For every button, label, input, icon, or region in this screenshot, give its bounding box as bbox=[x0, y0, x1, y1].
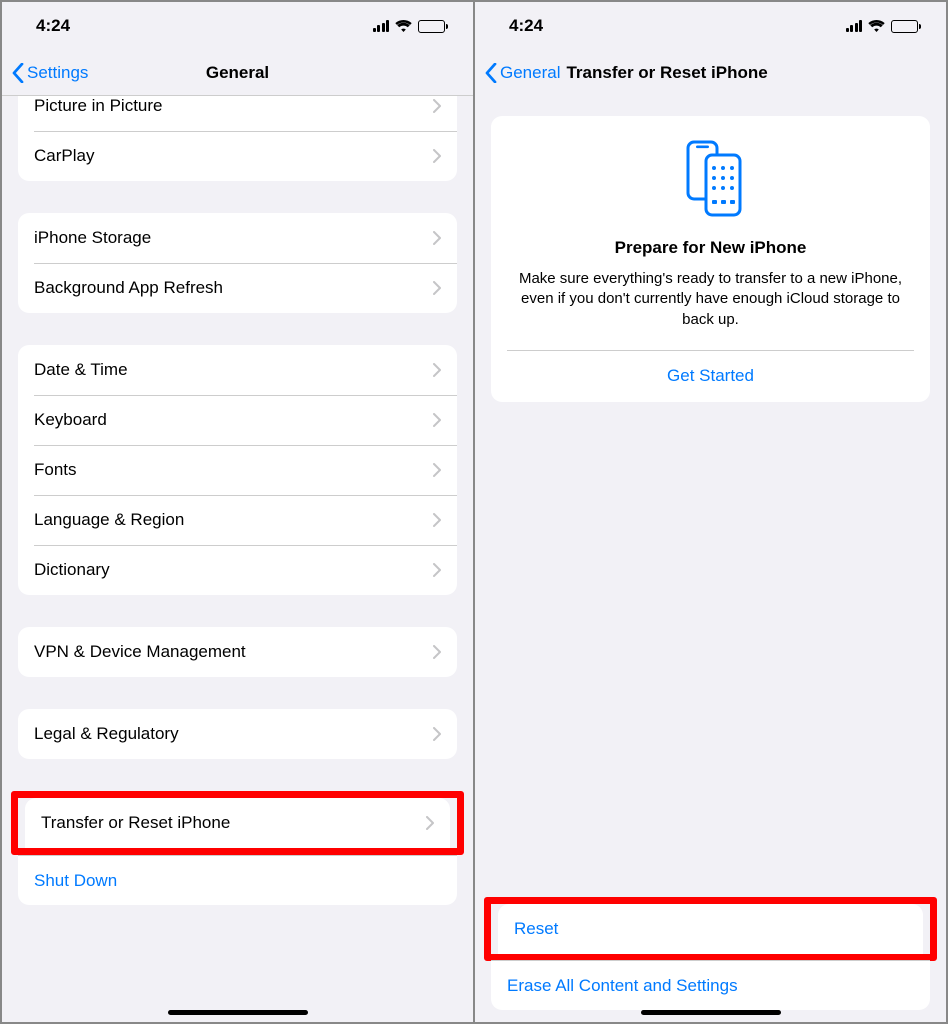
list-item-iphone-storage[interactable]: iPhone Storage bbox=[18, 213, 457, 263]
chevron-right-icon bbox=[433, 363, 441, 377]
home-indicator[interactable] bbox=[168, 1010, 308, 1015]
list-item-transfer-reset[interactable]: Transfer or Reset iPhone bbox=[25, 798, 450, 848]
chevron-right-icon bbox=[433, 281, 441, 295]
chevron-right-icon bbox=[433, 463, 441, 477]
wifi-icon bbox=[868, 20, 885, 32]
chevron-right-icon bbox=[426, 816, 434, 830]
item-label: Dictionary bbox=[34, 560, 110, 580]
item-label: Language & Region bbox=[34, 510, 184, 530]
prepare-card: Prepare for New iPhone Make sure everyth… bbox=[491, 116, 930, 402]
list-item-background-app-refresh[interactable]: Background App Refresh bbox=[18, 263, 457, 313]
nav-title: Transfer or Reset iPhone bbox=[566, 63, 767, 83]
item-label: Shut Down bbox=[34, 871, 117, 891]
list-item-dictionary[interactable]: Dictionary bbox=[18, 545, 457, 595]
list-group: Picture in Picture CarPlay bbox=[18, 96, 457, 181]
list-item-date-time[interactable]: Date & Time bbox=[18, 345, 457, 395]
list-item-legal-regulatory[interactable]: Legal & Regulatory bbox=[18, 709, 457, 759]
status-time: 4:24 bbox=[509, 16, 543, 36]
cellular-icon bbox=[373, 20, 390, 32]
chevron-right-icon bbox=[433, 231, 441, 245]
home-indicator[interactable] bbox=[641, 1010, 781, 1015]
item-label: iPhone Storage bbox=[34, 228, 151, 248]
content-area: Picture in Picture CarPlay iPhone Storag… bbox=[2, 96, 473, 1022]
card-heading: Prepare for New iPhone bbox=[509, 238, 912, 258]
list-item-carplay[interactable]: CarPlay bbox=[18, 131, 457, 181]
list-item-keyboard[interactable]: Keyboard bbox=[18, 395, 457, 445]
back-label: General bbox=[500, 63, 560, 83]
cellular-icon bbox=[846, 20, 863, 32]
status-bar: 4:24 bbox=[475, 2, 946, 50]
chevron-right-icon bbox=[433, 413, 441, 427]
status-bar: 4:24 bbox=[2, 2, 473, 50]
chevron-right-icon bbox=[433, 149, 441, 163]
list-item-shut-down[interactable]: Shut Down bbox=[18, 855, 457, 905]
phones-icon bbox=[509, 140, 912, 218]
list-group: Erase All Content and Settings bbox=[491, 960, 930, 1010]
list-group: VPN & Device Management bbox=[18, 627, 457, 677]
chevron-right-icon bbox=[433, 99, 441, 113]
list-item-picture-in-picture[interactable]: Picture in Picture bbox=[18, 96, 457, 131]
status-indicators bbox=[373, 20, 446, 33]
get-started-button[interactable]: Get Started bbox=[509, 350, 912, 402]
list-item-fonts[interactable]: Fonts bbox=[18, 445, 457, 495]
highlight-box: Transfer or Reset iPhone bbox=[11, 791, 464, 855]
item-label: Background App Refresh bbox=[34, 278, 223, 298]
list-group: iPhone Storage Background App Refresh bbox=[18, 213, 457, 313]
item-label: VPN & Device Management bbox=[34, 642, 246, 662]
battery-icon bbox=[418, 20, 445, 33]
screen-general: 4:24 Settings General Picture in Picture… bbox=[2, 2, 473, 1022]
list-group: Legal & Regulatory bbox=[18, 709, 457, 759]
list-item-language-region[interactable]: Language & Region bbox=[18, 495, 457, 545]
highlight-box: Reset bbox=[484, 897, 937, 961]
chevron-left-icon bbox=[12, 63, 24, 83]
back-button[interactable]: Settings bbox=[12, 63, 88, 83]
item-label: Legal & Regulatory bbox=[34, 724, 179, 744]
status-indicators bbox=[846, 20, 919, 33]
card-description: Make sure everything's ready to transfer… bbox=[509, 269, 912, 350]
wifi-icon bbox=[395, 20, 412, 32]
list-item-vpn-device-management[interactable]: VPN & Device Management bbox=[18, 627, 457, 677]
item-label: Erase All Content and Settings bbox=[507, 976, 738, 996]
item-label: CarPlay bbox=[34, 146, 94, 166]
item-label: Fonts bbox=[34, 460, 77, 480]
status-time: 4:24 bbox=[36, 16, 70, 36]
back-button[interactable]: General bbox=[485, 63, 560, 83]
nav-header: Settings General bbox=[2, 50, 473, 96]
screen-transfer-reset: 4:24 General Transfer or Reset iPhone bbox=[475, 2, 946, 1022]
item-label: Date & Time bbox=[34, 360, 128, 380]
item-label: Picture in Picture bbox=[34, 96, 163, 116]
item-label: Reset bbox=[514, 919, 558, 939]
list-item-reset[interactable]: Reset bbox=[498, 904, 923, 954]
item-label: Keyboard bbox=[34, 410, 107, 430]
list-group: Date & Time Keyboard Fonts Language & Re… bbox=[18, 345, 457, 595]
chevron-right-icon bbox=[433, 563, 441, 577]
chevron-left-icon bbox=[485, 63, 497, 83]
list-group: Shut Down bbox=[18, 855, 457, 905]
list-item-erase-all[interactable]: Erase All Content and Settings bbox=[491, 960, 930, 1010]
chevron-right-icon bbox=[433, 513, 441, 527]
chevron-right-icon bbox=[433, 727, 441, 741]
chevron-right-icon bbox=[433, 645, 441, 659]
nav-header: General Transfer or Reset iPhone bbox=[475, 50, 946, 96]
back-label: Settings bbox=[27, 63, 88, 83]
content-area: Prepare for New iPhone Make sure everyth… bbox=[475, 96, 946, 1022]
item-label: Transfer or Reset iPhone bbox=[41, 813, 230, 833]
battery-icon bbox=[891, 20, 918, 33]
